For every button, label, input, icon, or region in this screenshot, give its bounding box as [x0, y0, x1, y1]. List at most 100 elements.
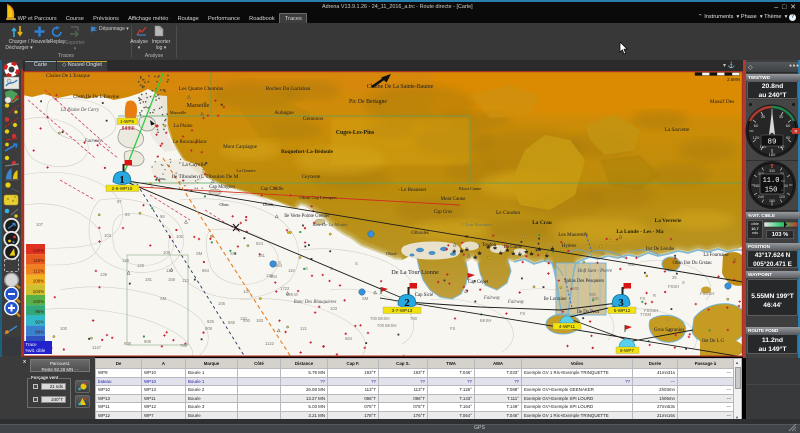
svg-text:FS: FS: [450, 326, 456, 331]
svg-text:Aubagne: Aubagne: [274, 110, 294, 116]
svg-text:La Verrerie: La Verrerie: [655, 218, 682, 224]
svg-text:98: 98: [160, 214, 165, 219]
svg-text:Trace: Trace: [26, 342, 38, 347]
svg-text:240: 240: [758, 195, 764, 199]
svg-text:128: 128: [122, 258, 130, 263]
svg-text:158: 158: [168, 277, 176, 282]
svg-text:SM: SM: [196, 251, 203, 256]
svg-text:780: 780: [180, 343, 188, 348]
svg-text:Marseille: Marseille: [170, 110, 187, 115]
svg-text:WD: WD: [589, 292, 596, 297]
svg-text:La Garde: La Garde: [504, 245, 522, 250]
svg-text:Ile Tiboulen (L Tiboulen De M: Ile Tiboulen (L Tiboulen De M: [172, 173, 239, 180]
svg-text:1147: 1147: [92, 345, 102, 350]
svg-text:60: 60: [786, 123, 791, 128]
svg-text:La Gineste: La Gineste: [236, 168, 255, 173]
svg-text:Roquefort-La-Bédoule: Roquefort-La-Bédoule: [281, 149, 334, 155]
svg-text:Chstn Ile De L'Erevine: Chstn Ile De L'Erevine: [73, 95, 120, 100]
svg-text:183: 183: [256, 318, 264, 323]
svg-text:30: 30: [761, 114, 766, 119]
svg-text:Cuges-Les-Pins: Cuges-Les-Pins: [336, 130, 375, 136]
svg-text:92%: 92%: [35, 319, 44, 324]
svg-text:103: 103: [104, 233, 112, 238]
svg-text:88%: 88%: [35, 330, 44, 335]
svg-text:780: 780: [410, 316, 418, 321]
svg-text:106: 106: [218, 301, 226, 306]
svg-text:181: 181: [145, 277, 153, 282]
svg-text:150: 150: [765, 187, 778, 195]
svg-text:Gros Sarranier: Gros Sarranier: [654, 327, 685, 333]
svg-text:100%: 100%: [33, 299, 44, 304]
svg-text:3-7-WP13: 3-7-WP13: [392, 308, 413, 313]
svg-text:De La Tour Lionne: De La Tour Lionne: [391, 269, 439, 276]
svg-text:120: 120: [779, 195, 785, 199]
svg-text:Klout Canne: Klout Canne: [459, 186, 481, 191]
svg-text:Ollioules: Ollioules: [411, 231, 429, 236]
svg-text:Ilot De Lesube: Ilot De Lesube: [646, 247, 675, 252]
svg-text:Fairway: Fairway: [84, 139, 103, 144]
svg-text:Obstn Cap Lionquet: Obstn Cap Lionquet: [299, 195, 337, 200]
svg-text:1122: 1122: [265, 341, 275, 346]
svg-text:100: 100: [60, 326, 68, 331]
svg-text:60: 60: [754, 123, 759, 128]
svg-text:La Plaine: La Plaine: [173, 124, 193, 129]
svg-text:Obsn: Obsn: [219, 202, 229, 207]
svg-text:400: 400: [243, 318, 251, 323]
svg-text:Pic De Bertagne: Pic De Bertagne: [349, 99, 387, 105]
svg-text:2.5MN: 2.5MN: [727, 77, 740, 82]
svg-text:120%: 120%: [33, 248, 44, 253]
svg-text:FS: FS: [640, 296, 646, 301]
svg-text:5-WP12: 5-WP12: [614, 308, 631, 313]
svg-text:665: 665: [228, 320, 236, 325]
svg-text:SM: SM: [160, 296, 167, 301]
svg-text:35: 35: [672, 275, 677, 280]
svg-text:700 BKSH: 700 BKSH: [377, 323, 397, 328]
svg-text:Le Roucas Blanc: Le Roucas Blanc: [173, 140, 208, 145]
svg-text:FSGSH: FSGSH: [700, 291, 714, 296]
svg-text:180: 180: [769, 152, 776, 157]
svg-text:107: 107: [36, 222, 44, 227]
svg-text:110: 110: [166, 268, 173, 273]
svg-text:R: R: [653, 293, 656, 298]
svg-text:- Le Beausset: - Le Beausset: [398, 187, 427, 193]
svg-text:1-WP5: 1-WP5: [120, 119, 134, 124]
svg-text:Hyères: Hyères: [562, 243, 577, 249]
svg-text:Gémenos: Gémenos: [303, 116, 323, 122]
svg-text:60: 60: [784, 184, 788, 188]
svg-text:105: 105: [176, 234, 184, 239]
svg-text:SG: SG: [230, 251, 236, 256]
svg-text:C Tour Beaumont: C Tour Beaumont: [461, 222, 493, 227]
svg-text:161: 161: [258, 253, 266, 258]
svg-text:R: R: [795, 129, 798, 134]
svg-text:SM: SM: [362, 296, 369, 301]
svg-text:89: 89: [767, 139, 776, 147]
svg-text:280: 280: [754, 184, 760, 188]
svg-text:133: 133: [137, 263, 145, 268]
svg-text:Hoft Sant - Pierre: Hoft Sant - Pierre: [577, 269, 613, 274]
svg-text:S: S: [355, 261, 358, 266]
svg-text:Salins Des Pesquiers: Salins Des Pesquiers: [564, 279, 604, 284]
svg-text:1722: 1722: [280, 286, 290, 291]
svg-text:120: 120: [753, 135, 760, 140]
svg-text:2-8-WP10: 2-8-WP10: [112, 186, 133, 191]
svg-text:1: 1: [119, 174, 125, 186]
svg-text:106: 106: [163, 250, 171, 255]
svg-text:96%: 96%: [35, 309, 44, 314]
svg-text:La Plaine De Carry: La Plaine De Carry: [60, 108, 100, 113]
svg-text:112%: 112%: [33, 268, 44, 273]
svg-text:Fairway: Fairway: [483, 296, 501, 301]
svg-text:La Cayolle: La Cayolle: [182, 162, 206, 168]
svg-text:6-WP7: 6-WP7: [620, 348, 634, 353]
svg-text:Les Maurettes: Les Maurettes: [558, 232, 588, 238]
svg-text:S: S: [682, 280, 685, 285]
svg-text:La Sauvette: La Sauvette: [665, 127, 690, 133]
svg-text:134: 134: [243, 289, 251, 294]
svg-text:Mont Canne: Mont Canne: [441, 197, 467, 202]
svg-text:118: 118: [288, 268, 295, 273]
svg-text:Banc Des Blauquieres: Banc Des Blauquieres: [294, 300, 337, 305]
svg-text:93: 93: [125, 212, 130, 217]
svg-text:113: 113: [182, 278, 189, 283]
svg-text:Cap Morgiou: Cap Morgiou: [209, 185, 235, 190]
svg-text:Cap Gros: Cap Gros: [434, 210, 452, 215]
svg-text:Fairway: Fairway: [507, 300, 525, 305]
